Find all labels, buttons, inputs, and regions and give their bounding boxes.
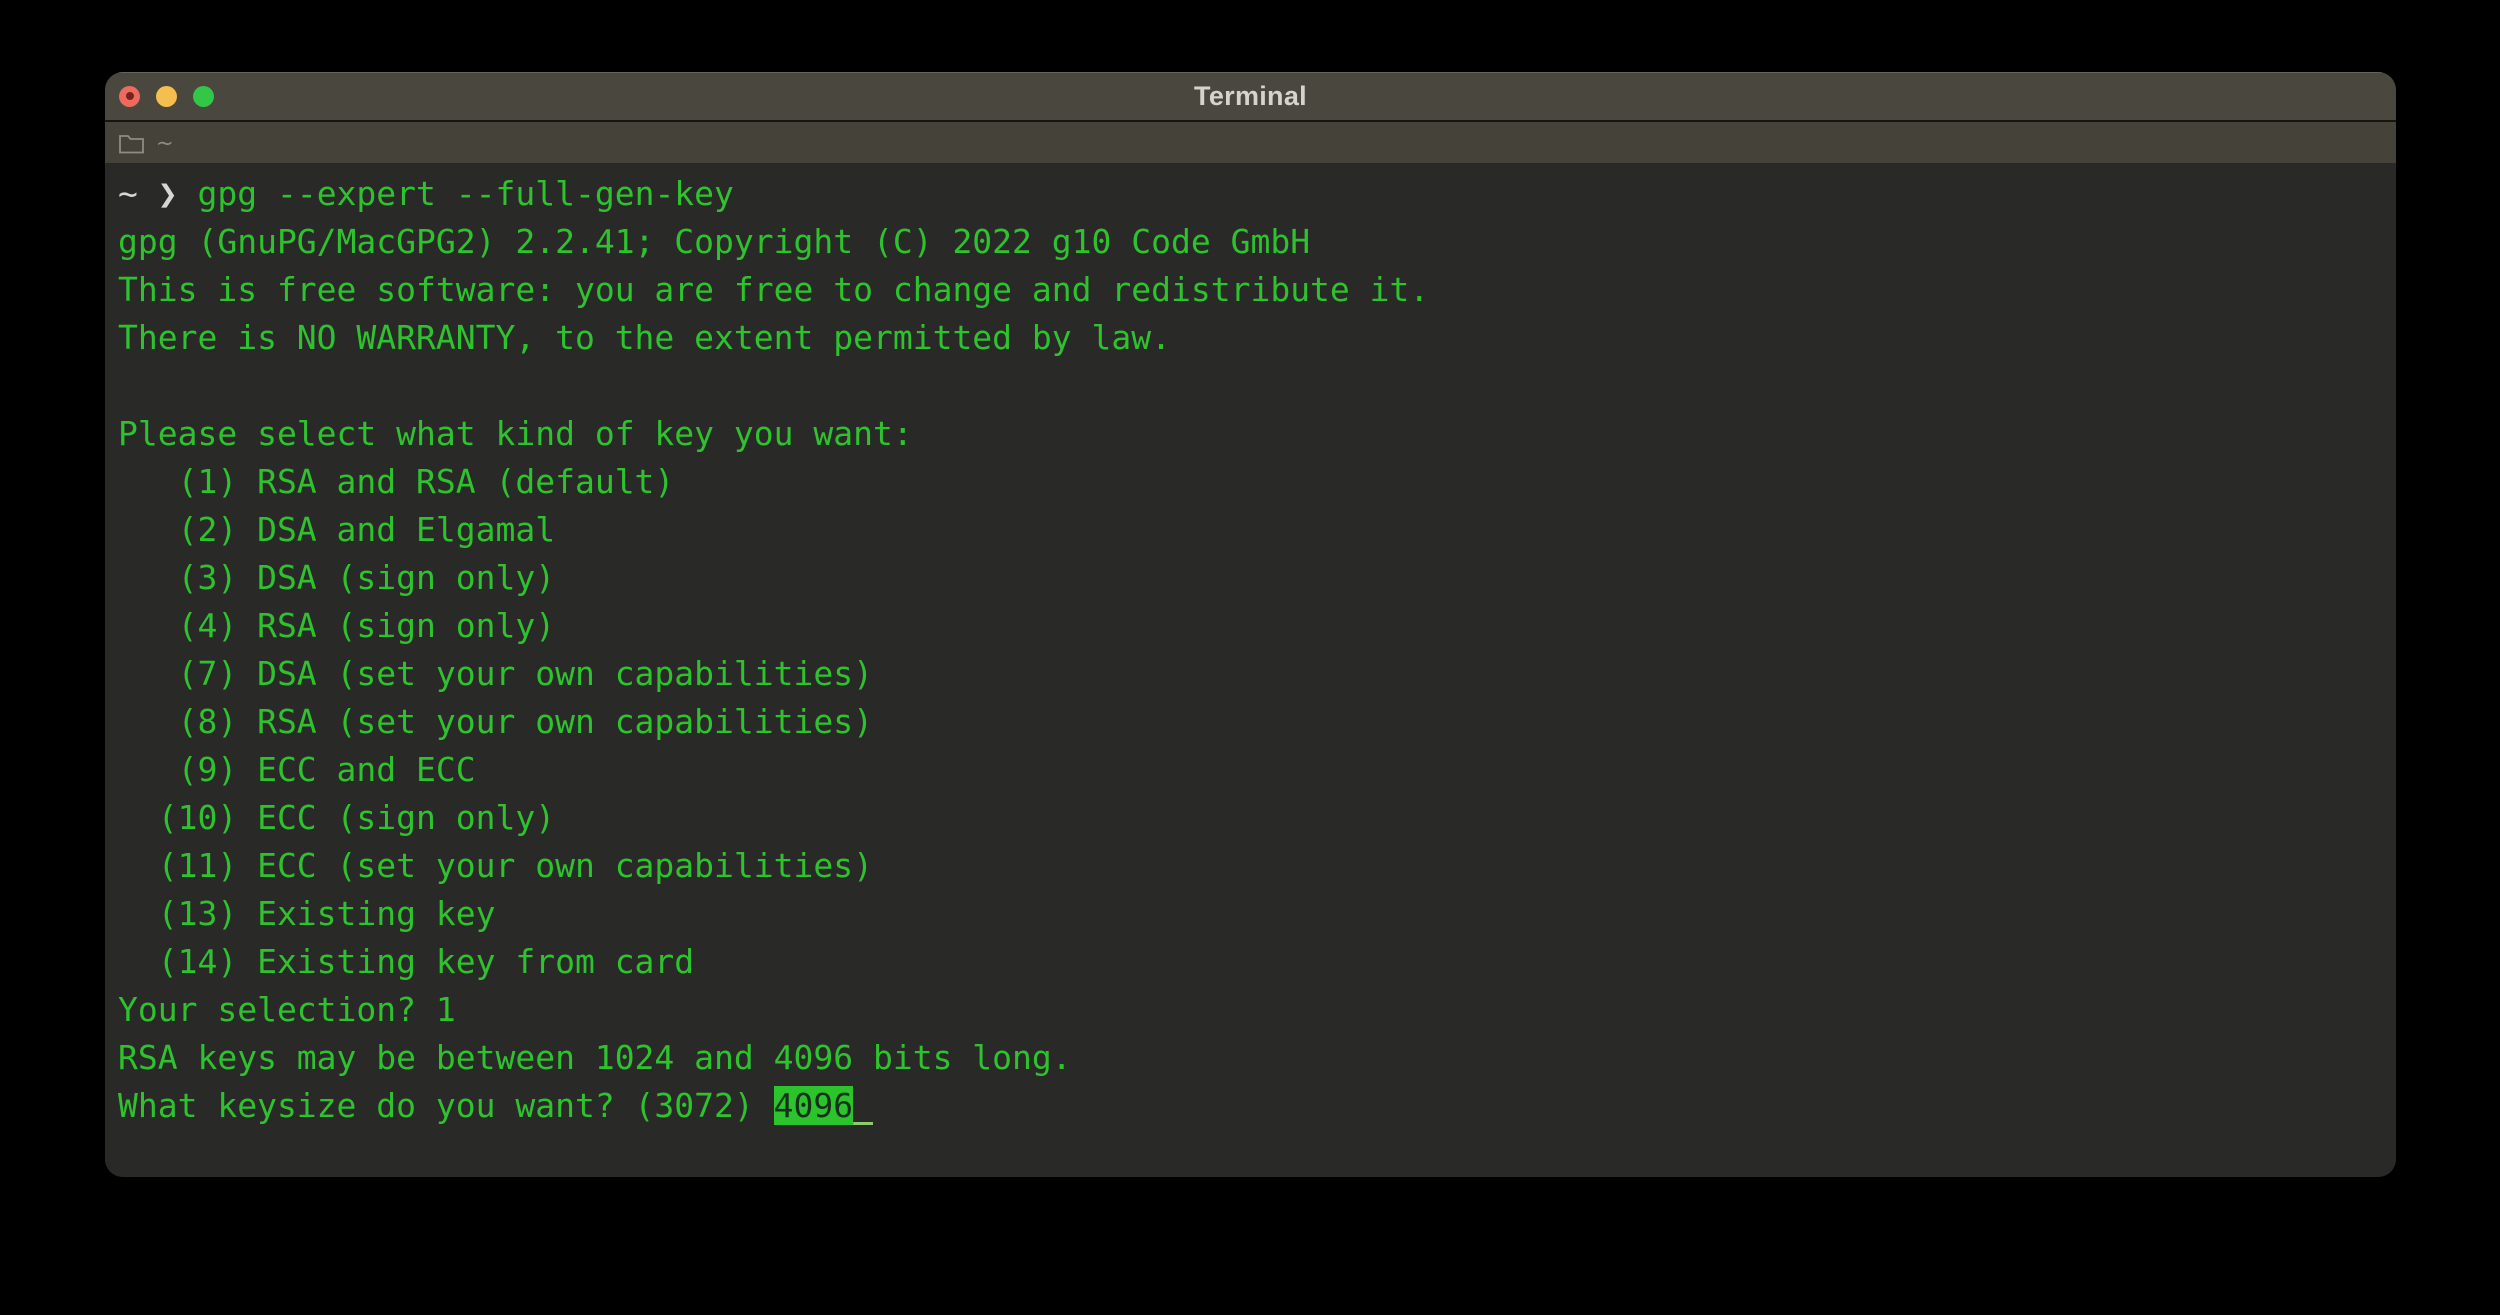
shell-prompt: ~ ❯ <box>118 174 197 213</box>
terminal-output[interactable]: ~ ❯ gpg --expert --full-gen-key gpg (GnuP… <box>105 163 2396 1177</box>
title-bar[interactable]: Terminal <box>105 72 2396 122</box>
terminal-text: gpg --expert --full-gen-key <box>197 174 733 213</box>
terminal-window: Terminal ~ ~ ❯ gpg --expert --full-gen-k… <box>105 72 2396 1177</box>
terminal-text: (9) ECC and ECC <box>118 750 476 789</box>
terminal-text: (13) Existing key <box>118 894 496 933</box>
terminal-line: (14) Existing key from card <box>118 938 2382 986</box>
selected-input-text: 4096 <box>774 1086 853 1125</box>
terminal-text: There is NO WARRANTY, to the extent perm… <box>118 318 1171 357</box>
terminal-text: (8) RSA (set your own capabilities) <box>118 702 873 741</box>
terminal-text: Please select what kind of key you want: <box>118 414 913 453</box>
terminal-text: (4) RSA (sign only) <box>118 606 555 645</box>
terminal-cursor: _ <box>853 1086 873 1125</box>
terminal-text: (2) DSA and Elgamal <box>118 510 555 549</box>
terminal-text: RSA keys may be between 1024 and 4096 bi… <box>118 1038 1072 1077</box>
terminal-line: (1) RSA and RSA (default) <box>118 458 2382 506</box>
tab-label: ~ <box>156 131 174 155</box>
terminal-line: What keysize do you want? (3072) 4096_ <box>118 1082 2382 1130</box>
window-title: Terminal <box>105 81 2396 112</box>
tab-bar[interactable]: ~ <box>105 122 2396 163</box>
terminal-text: (10) ECC (sign only) <box>118 798 555 837</box>
terminal-line: RSA keys may be between 1024 and 4096 bi… <box>118 1034 2382 1082</box>
terminal-line: (4) RSA (sign only) <box>118 602 2382 650</box>
terminal-text: gpg (GnuPG/MacGPG2) 2.2.41; Copyright (C… <box>118 222 1310 261</box>
terminal-line: (11) ECC (set your own capabilities) <box>118 842 2382 890</box>
terminal-line: This is free software: you are free to c… <box>118 266 2382 314</box>
terminal-line: There is NO WARRANTY, to the extent perm… <box>118 314 2382 362</box>
terminal-line: (3) DSA (sign only) <box>118 554 2382 602</box>
terminal-text: What keysize do you want? (3072) <box>118 1086 774 1125</box>
terminal-text: (1) RSA and RSA (default) <box>118 462 674 501</box>
terminal-text: This is free software: you are free to c… <box>118 270 1429 309</box>
terminal-line: (10) ECC (sign only) <box>118 794 2382 842</box>
terminal-text: (7) DSA (set your own capabilities) <box>118 654 873 693</box>
terminal-line: (9) ECC and ECC <box>118 746 2382 794</box>
terminal-line <box>118 362 2382 410</box>
terminal-text: Your selection? 1 <box>118 990 456 1029</box>
terminal-text: (3) DSA (sign only) <box>118 558 555 597</box>
terminal-line: (2) DSA and Elgamal <box>118 506 2382 554</box>
terminal-line: (13) Existing key <box>118 890 2382 938</box>
terminal-line: Your selection? 1 <box>118 986 2382 1034</box>
terminal-line: ~ ❯ gpg --expert --full-gen-key <box>118 170 2382 218</box>
terminal-line: gpg (GnuPG/MacGPG2) 2.2.41; Copyright (C… <box>118 218 2382 266</box>
terminal-line: (7) DSA (set your own capabilities) <box>118 650 2382 698</box>
terminal-line: (8) RSA (set your own capabilities) <box>118 698 2382 746</box>
folder-icon <box>118 131 145 155</box>
terminal-line: Please select what kind of key you want: <box>118 410 2382 458</box>
terminal-text: (11) ECC (set your own capabilities) <box>118 846 873 885</box>
terminal-text: (14) Existing key from card <box>118 942 694 981</box>
